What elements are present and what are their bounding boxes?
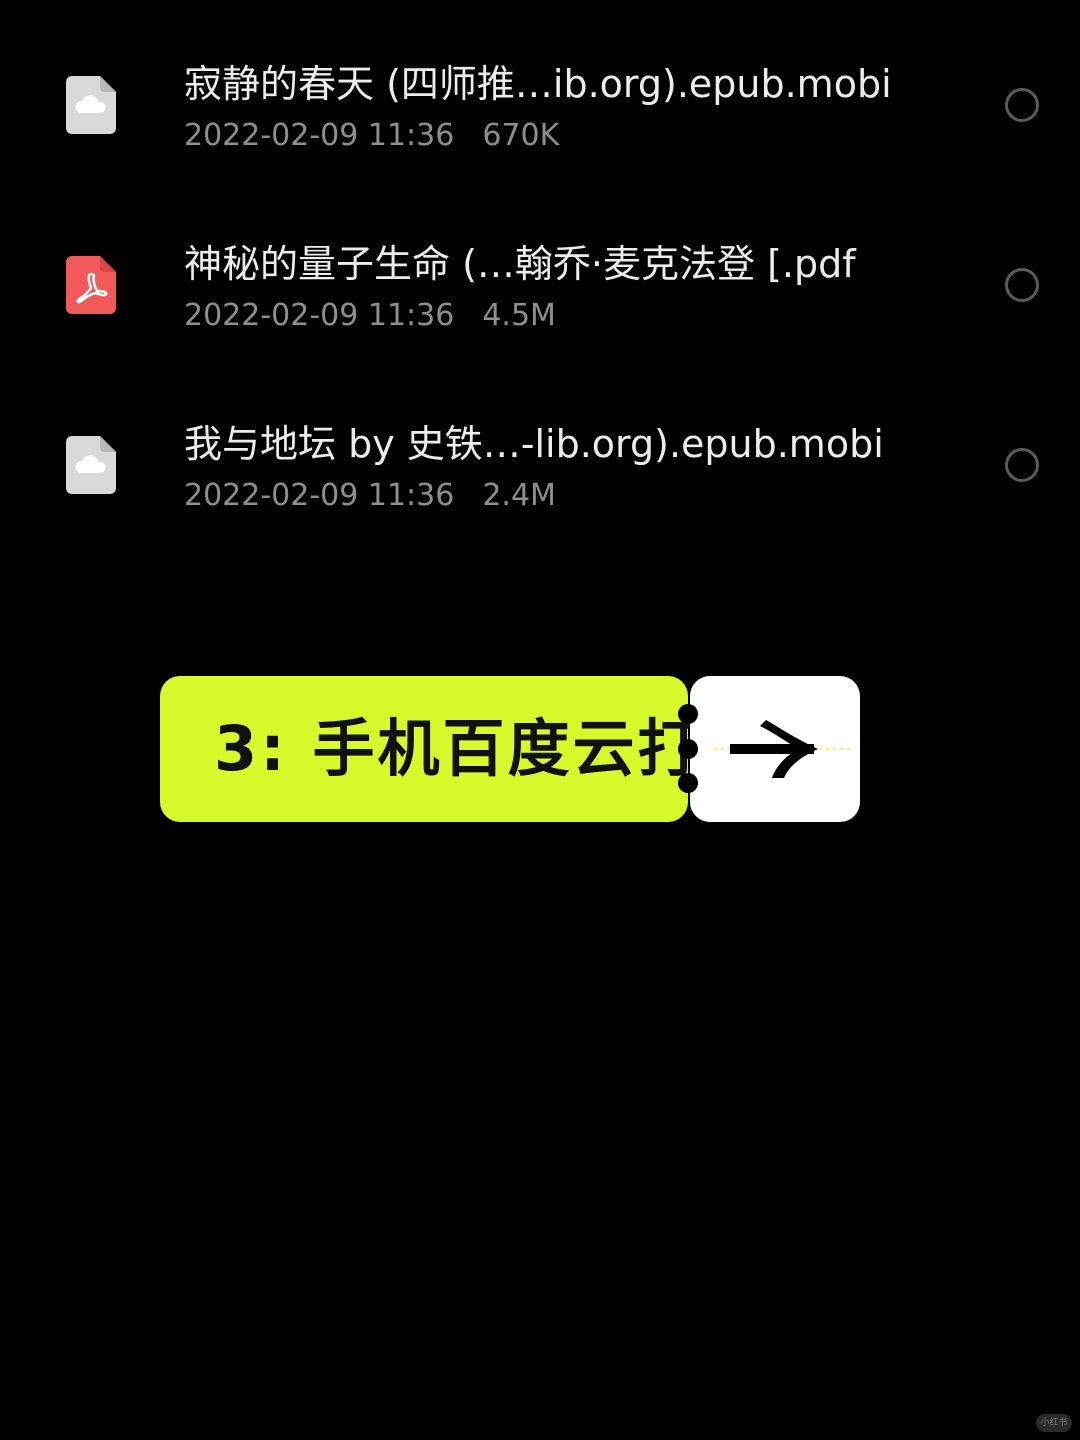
file-size: 670K bbox=[482, 118, 560, 153]
cloud-file-icon bbox=[66, 436, 116, 494]
step-banner: 3: 手机百度云打开 bbox=[160, 676, 860, 822]
banner-label-panel: 3: 手机百度云打开 bbox=[160, 676, 765, 822]
perforation-dot bbox=[678, 739, 698, 759]
file-name: 神秘的量子生命 (…翰乔·麦克法登 [.pdf bbox=[184, 242, 856, 286]
file-date: 2022-02-09 11:36 bbox=[184, 298, 455, 333]
pdf-file-icon bbox=[66, 256, 116, 314]
file-size: 4.5M bbox=[482, 298, 556, 333]
file-meta: 2022-02-09 11:36 4.5M bbox=[184, 296, 556, 336]
file-name: 寂静的春天 (四师推…ib.org).epub.mobi bbox=[184, 62, 892, 106]
file-row[interactable]: 神秘的量子生命 (…翰乔·麦克法登 [.pdf 2022-02-09 11:36… bbox=[0, 220, 1080, 400]
file-meta: 2022-02-09 11:36 670K bbox=[184, 116, 559, 156]
select-radio[interactable] bbox=[1005, 268, 1039, 302]
file-list: 寂静的春天 (四师推…ib.org).epub.mobi 2022-02-09 … bbox=[0, 40, 1080, 580]
cloud-file-icon bbox=[66, 76, 116, 134]
perforation-dot bbox=[678, 773, 698, 793]
file-date: 2022-02-09 11:36 bbox=[184, 118, 455, 153]
select-radio[interactable] bbox=[1005, 448, 1039, 482]
file-meta: 2022-02-09 11:36 2.4M bbox=[184, 476, 556, 516]
arrow-right-icon bbox=[700, 706, 850, 792]
file-date: 2022-02-09 11:36 bbox=[184, 478, 455, 513]
file-row[interactable]: 我与地坛 by 史铁…-lib.org).epub.mobi 2022-02-0… bbox=[0, 400, 1080, 580]
file-name: 我与地坛 by 史铁…-lib.org).epub.mobi bbox=[184, 422, 884, 466]
file-size: 2.4M bbox=[482, 478, 556, 513]
select-radio[interactable] bbox=[1005, 88, 1039, 122]
watermark: 小红书 bbox=[1036, 1414, 1072, 1432]
perforation-dot bbox=[678, 704, 698, 724]
file-row[interactable]: 寂静的春天 (四师推…ib.org).epub.mobi 2022-02-09 … bbox=[0, 40, 1080, 220]
